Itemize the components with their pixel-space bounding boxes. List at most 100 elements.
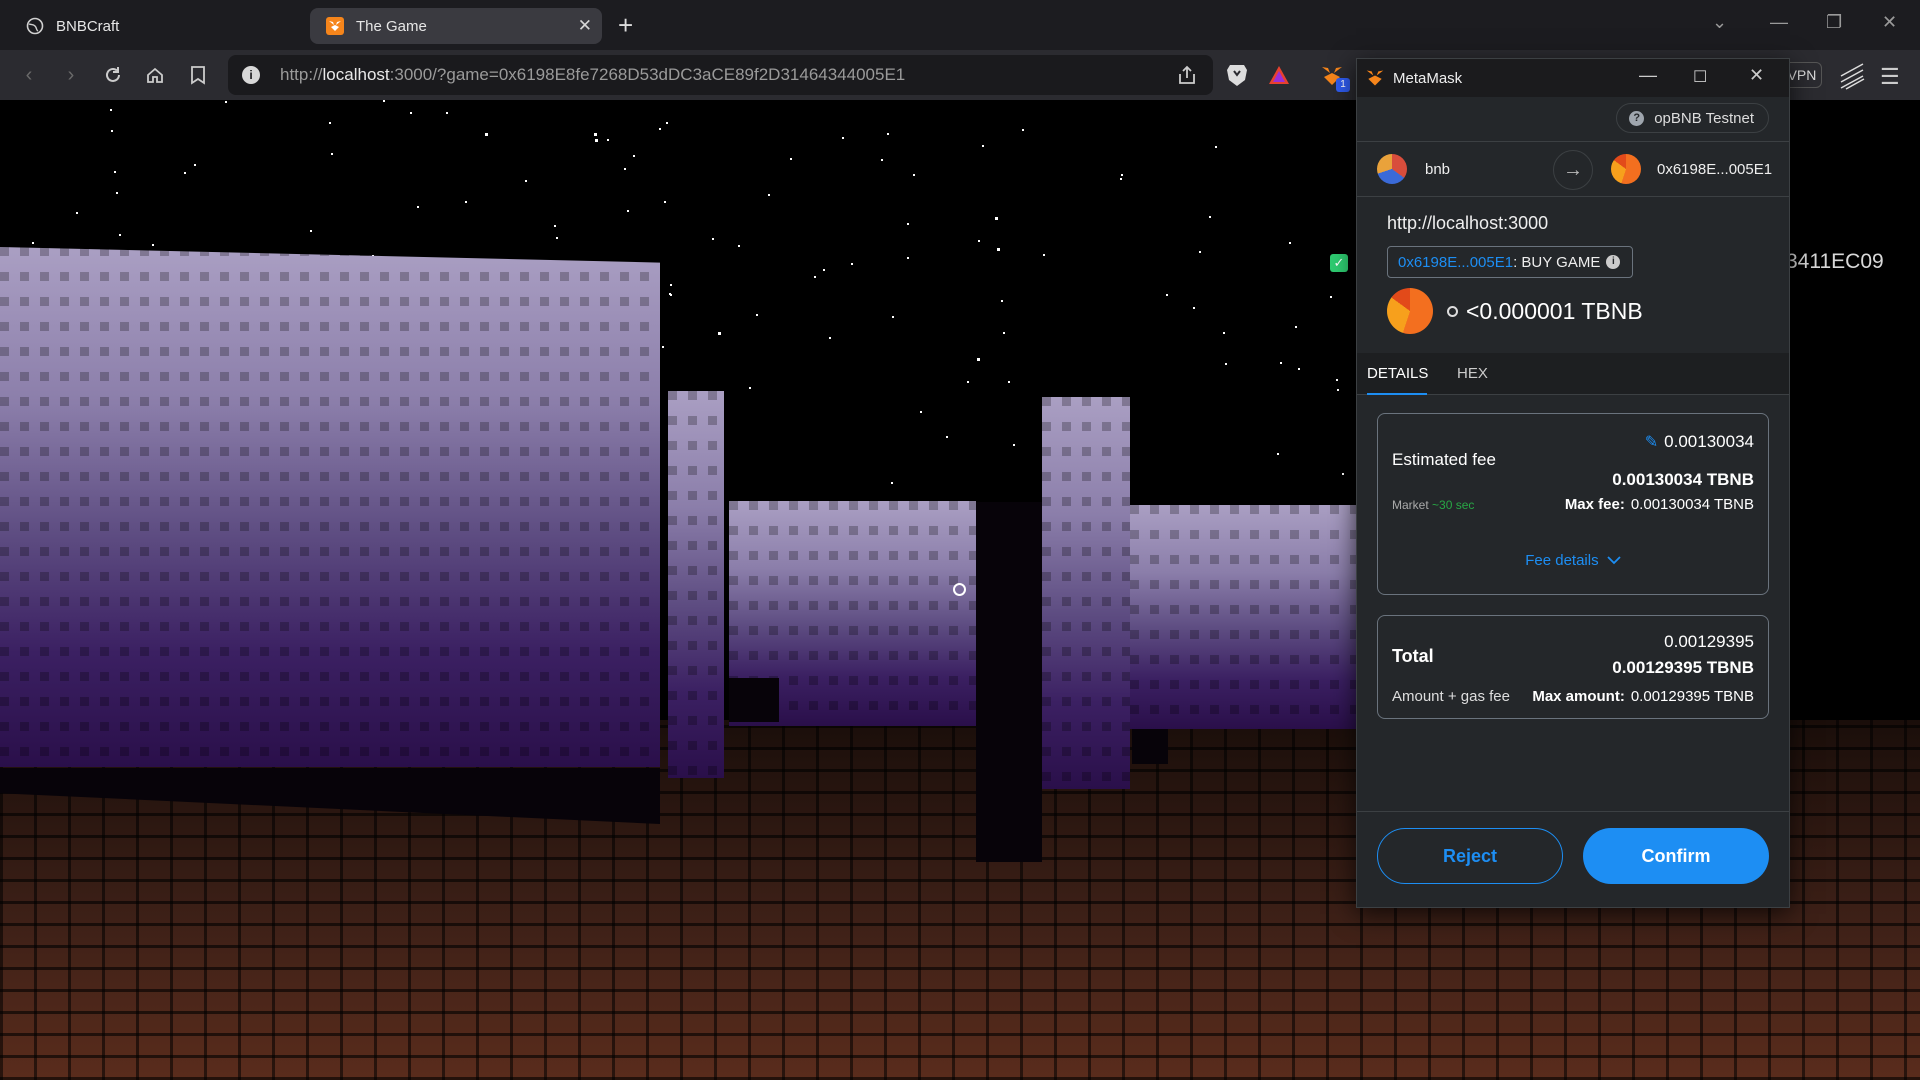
metamask-titlebar: MetaMask — ☐ ✕ [1357, 59, 1789, 97]
star [194, 164, 196, 166]
game-checkbox[interactable]: ✓ [1330, 254, 1348, 272]
star [1022, 129, 1024, 131]
account-row: bnb → 0x6198E...005E1 [1357, 141, 1789, 197]
share-icon[interactable] [1176, 64, 1198, 86]
browser-tab-bar: BNBCraft The Game ✕ + ⌄ — ❐ ✕ [0, 0, 1920, 50]
address-bar[interactable]: i http://localhost:3000/?game=0x6198E8fe… [228, 55, 1213, 95]
star [892, 316, 894, 318]
tab-the-game[interactable]: The Game ✕ [310, 8, 602, 44]
fee-details-link[interactable]: Fee details [1378, 552, 1768, 569]
currency-dot-icon [1447, 305, 1458, 317]
edit-pencil-icon[interactable]: ✎ [1645, 432, 1658, 452]
voxel-wall [1130, 505, 1360, 729]
star [662, 346, 664, 348]
star [891, 482, 893, 484]
reject-button[interactable]: Reject [1377, 828, 1563, 884]
transaction-value: <0.000001 TBNB [1387, 288, 1643, 334]
star [1121, 174, 1123, 176]
popup-minimize-icon[interactable]: — [1639, 65, 1657, 86]
total-label: Total [1392, 646, 1434, 666]
tab-details[interactable]: DETAILS [1367, 353, 1428, 395]
star [756, 314, 758, 316]
network-pill[interactable]: ? opBNB Testnet [1616, 103, 1769, 133]
wallet-icon[interactable] [1838, 62, 1866, 90]
star [76, 212, 78, 214]
metamask-title: MetaMask [1393, 69, 1463, 87]
menu-icon[interactable]: ☰ [1880, 64, 1900, 90]
close-tab-icon[interactable]: ✕ [578, 16, 592, 36]
details-tabs: DETAILS HEX [1357, 353, 1789, 395]
star [664, 201, 666, 203]
bookmark-icon[interactable] [185, 62, 211, 88]
star [1342, 473, 1344, 475]
tab-search-chevron-icon[interactable]: ⌄ [1712, 10, 1727, 34]
star [913, 174, 915, 176]
star [110, 109, 112, 111]
contract-method-badge[interactable]: 0x6198E...005E1 : BUY GAME i [1387, 246, 1634, 278]
recipient-avatar [1611, 154, 1641, 184]
star [967, 381, 969, 383]
new-tab-button[interactable]: + [618, 10, 633, 40]
brave-rewards-icon[interactable] [1268, 64, 1290, 86]
back-icon[interactable]: ‹ [16, 62, 42, 88]
star [1298, 368, 1300, 370]
pillar-shadow [976, 502, 1042, 862]
url-text: http://localhost:3000/?game=0x6198E8fe72… [280, 65, 906, 84]
tab-hex[interactable]: HEX [1457, 353, 1488, 395]
star [627, 210, 629, 212]
star [32, 242, 34, 244]
star [225, 101, 227, 103]
metamask-popup: MetaMask — ☐ ✕ ? opBNB Testnet bnb → 0x6… [1356, 58, 1790, 908]
star [1295, 326, 1297, 328]
star [1280, 362, 1282, 364]
brave-shields-icon[interactable] [1226, 62, 1248, 88]
star [152, 244, 154, 246]
star [670, 284, 672, 286]
close-window-icon[interactable]: ✕ [1882, 10, 1897, 34]
star [920, 411, 922, 413]
star [790, 158, 792, 160]
contract-address-link[interactable]: 0x6198E...005E1 [1398, 254, 1513, 271]
estimated-fee-card: Estimated fee ✎ 0.00130034 0.00130034 TB… [1377, 413, 1769, 595]
total-amount-tbnb: 0.00129395 TBNB [1612, 658, 1754, 677]
popup-maximize-icon[interactable]: ☐ [1693, 67, 1707, 87]
fox-icon [326, 17, 344, 35]
star [977, 358, 980, 361]
to-account[interactable]: 0x6198E...005E1 [1611, 154, 1772, 184]
star [907, 223, 909, 225]
star [768, 194, 770, 196]
arrow-right-icon: → [1553, 150, 1593, 190]
to-account-address: 0x6198E...005E1 [1657, 160, 1773, 178]
star [446, 112, 448, 114]
confirm-button[interactable]: Confirm [1583, 828, 1769, 884]
network-question-icon: ? [1629, 110, 1645, 126]
estimated-fee-amount: ✎ 0.00130034 [1644, 432, 1754, 452]
star [1013, 444, 1015, 446]
star [712, 238, 714, 240]
star [1336, 379, 1338, 381]
estimated-fee-label: Estimated fee [1392, 450, 1496, 469]
star [119, 234, 121, 236]
star [417, 206, 419, 208]
value-amount: <0.000001 TBNB [1466, 297, 1643, 324]
globe-icon [26, 17, 44, 35]
star [184, 172, 186, 174]
popup-close-icon[interactable]: ✕ [1749, 65, 1764, 86]
minimize-icon[interactable]: — [1770, 10, 1788, 34]
forward-icon[interactable]: › [58, 62, 84, 88]
star [1277, 453, 1279, 455]
star [383, 100, 385, 102]
voxel-wall [0, 247, 660, 767]
home-icon[interactable] [142, 62, 168, 88]
star [978, 240, 980, 242]
star [624, 168, 626, 170]
star [595, 139, 598, 142]
from-account[interactable]: bnb [1377, 154, 1450, 184]
tab-bnbcraft[interactable]: BNBCraft [10, 8, 300, 44]
info-icon[interactable]: i [1606, 255, 1621, 269]
crosshair [953, 583, 966, 596]
reload-icon[interactable] [100, 62, 126, 88]
site-info-icon[interactable]: i [242, 66, 260, 84]
star [814, 276, 816, 278]
restore-icon[interactable]: ❐ [1826, 10, 1842, 34]
